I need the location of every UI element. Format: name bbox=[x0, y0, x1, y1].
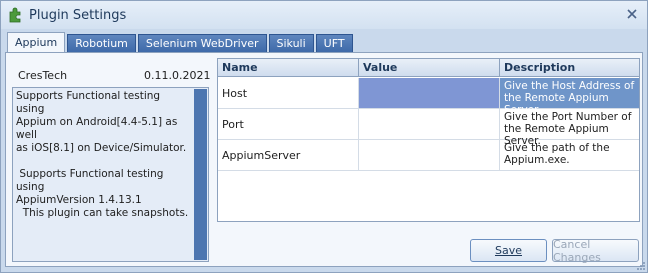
column-header-description[interactable]: Description bbox=[500, 59, 639, 77]
close-icon[interactable] bbox=[625, 7, 639, 21]
column-header-value[interactable]: Value bbox=[359, 59, 500, 77]
resize-grip-icon[interactable] bbox=[636, 261, 646, 271]
column-header-name[interactable]: Name bbox=[218, 59, 359, 77]
tab-robotium[interactable]: Robotium bbox=[67, 34, 136, 52]
title-bar: Plugin Settings bbox=[1, 1, 647, 29]
save-button[interactable]: Save bbox=[470, 239, 547, 262]
cancel-label: Cancel Changes bbox=[553, 237, 601, 264]
row-value-cell[interactable] bbox=[359, 109, 500, 139]
window-title: Plugin Settings bbox=[29, 7, 127, 23]
tab-panel-appium: CresTech 0.11.0.2021 Supports Functional… bbox=[5, 52, 643, 267]
plugin-description-box: Supports Functional testing using Appium… bbox=[12, 87, 209, 262]
description-scrollbar[interactable] bbox=[194, 89, 207, 260]
row-name-cell[interactable]: Port bbox=[218, 109, 359, 139]
plugin-vendor: CresTech bbox=[18, 69, 68, 82]
settings-grid: Name Value Description Host Give the Hos… bbox=[217, 58, 640, 222]
plugin-settings-window: Plugin Settings Appium Robotium Selenium… bbox=[0, 0, 648, 273]
row-description-cell: Give the Host Address of the Remote Appi… bbox=[500, 78, 639, 116]
plugin-tabs: Appium Robotium Selenium WebDriver Sikul… bbox=[7, 32, 355, 52]
table-row[interactable]: Port Give the Port Number of the Remote … bbox=[218, 109, 639, 147]
tab-uft[interactable]: UFT bbox=[315, 34, 353, 52]
row-description-cell: Give the path of the Appium.exe. bbox=[504, 142, 610, 166]
grid-header: Name Value Description bbox=[218, 59, 639, 77]
row-name-cell[interactable]: Host bbox=[218, 78, 359, 108]
plugin-version: 0.11.0.2021 bbox=[144, 69, 211, 82]
table-row[interactable]: AppiumServer Give the path of the Appium… bbox=[218, 140, 639, 171]
row-description-cell: Give the Port Number of the Remote Appiu… bbox=[504, 111, 632, 147]
row-name-cell[interactable]: AppiumServer bbox=[218, 140, 359, 170]
plugin-puzzle-icon bbox=[7, 7, 23, 23]
plugin-description: Supports Functional testing using Appium… bbox=[16, 90, 189, 219]
row-value-cell[interactable] bbox=[359, 140, 500, 170]
cancel-changes-button[interactable]: Cancel Changes bbox=[552, 237, 639, 264]
row-value-cell[interactable] bbox=[359, 78, 500, 108]
tab-appium[interactable]: Appium bbox=[7, 32, 66, 52]
tab-sikuli[interactable]: Sikuli bbox=[268, 34, 314, 52]
table-row[interactable]: Host Give the Host Address of the Remote… bbox=[218, 78, 639, 116]
tab-selenium-webdriver[interactable]: Selenium WebDriver bbox=[137, 34, 267, 52]
save-label: Save bbox=[494, 244, 522, 257]
